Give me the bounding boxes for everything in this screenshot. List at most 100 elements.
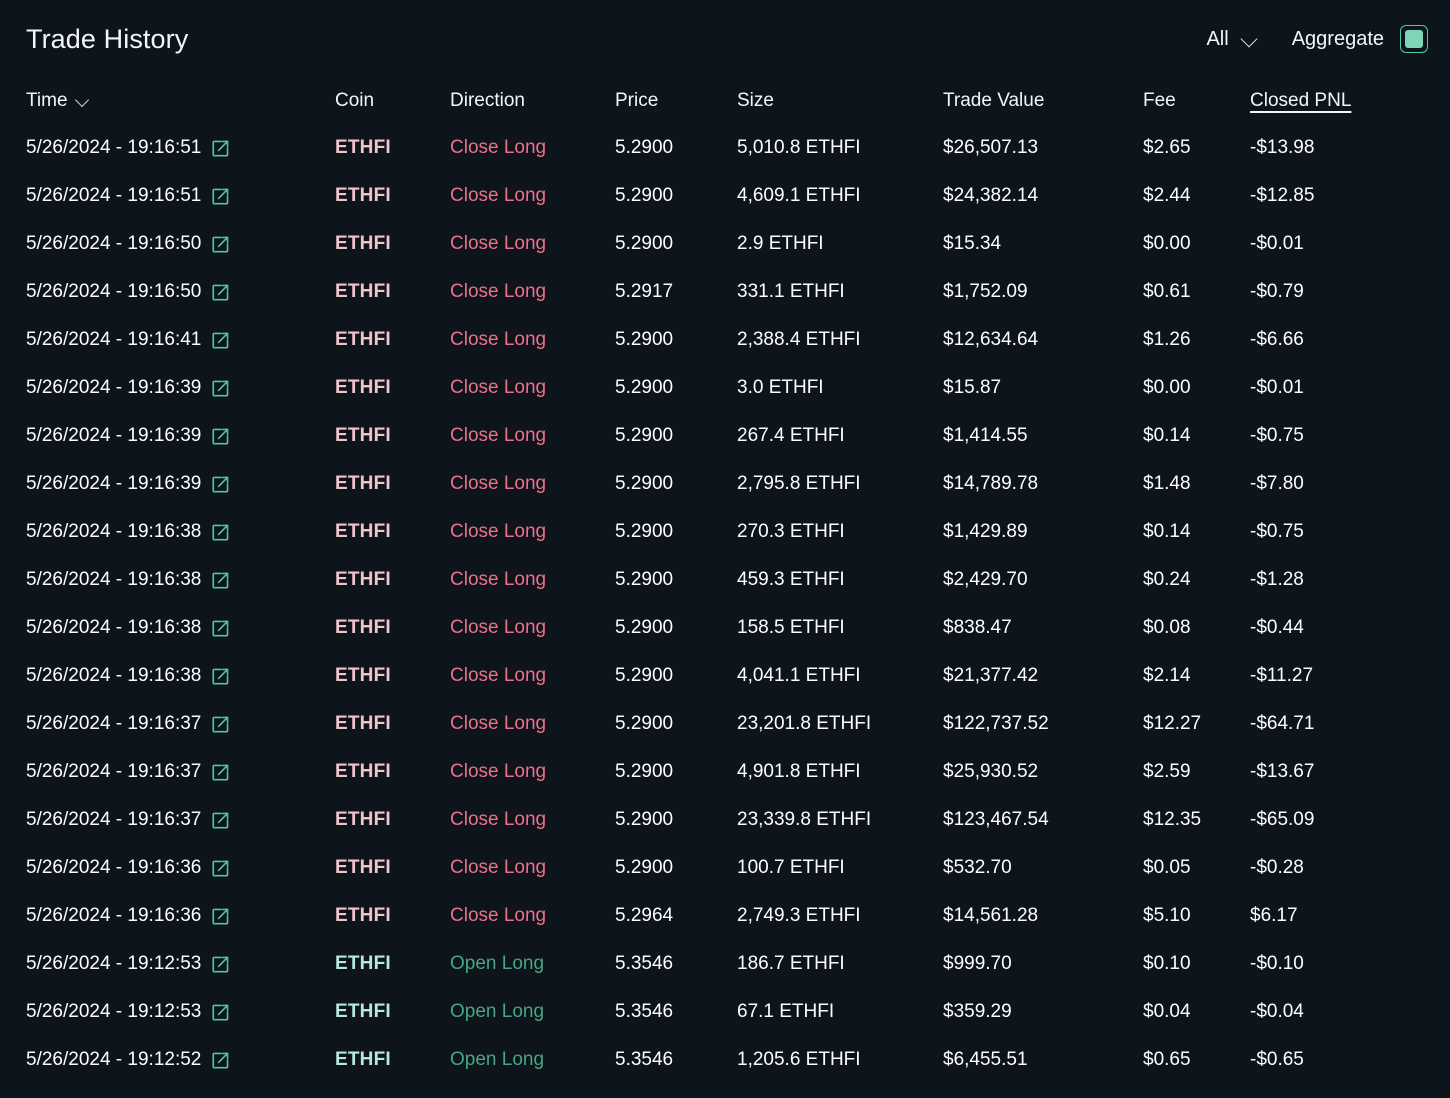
- cell-trade-value: $21,377.42: [943, 665, 1143, 687]
- aggregate-label: Aggregate: [1292, 29, 1384, 49]
- cell-trade-value: $532.70: [943, 857, 1143, 879]
- column-header-time[interactable]: Time: [26, 90, 335, 112]
- table-row[interactable]: 5/26/2024 - 19:16:38ETHFIClose Long5.290…: [0, 508, 1450, 556]
- external-link-icon[interactable]: [211, 571, 230, 590]
- table-row[interactable]: 5/26/2024 - 19:16:36ETHFIClose Long5.296…: [0, 892, 1450, 940]
- table-row[interactable]: 5/26/2024 - 19:16:38ETHFIClose Long5.290…: [0, 604, 1450, 652]
- cell-closed-pnl: -$0.65: [1250, 1049, 1440, 1071]
- external-link-icon[interactable]: [211, 283, 230, 302]
- cell-price: 5.2964: [615, 905, 737, 927]
- table-row[interactable]: 5/26/2024 - 19:16:37ETHFIClose Long5.290…: [0, 796, 1450, 844]
- column-header-closed-pnl[interactable]: Closed PNL: [1250, 90, 1440, 112]
- table-row[interactable]: 5/26/2024 - 19:16:39ETHFIClose Long5.290…: [0, 412, 1450, 460]
- column-header-coin[interactable]: Coin: [335, 90, 450, 112]
- external-link-icon[interactable]: [211, 379, 230, 398]
- external-link-icon[interactable]: [211, 235, 230, 254]
- cell-coin: ETHFI: [335, 905, 450, 927]
- cell-coin: ETHFI: [335, 713, 450, 735]
- cell-coin: ETHFI: [335, 137, 450, 159]
- table-row[interactable]: 5/26/2024 - 19:16:37ETHFIClose Long5.290…: [0, 700, 1450, 748]
- cell-fee: $5.10: [1143, 905, 1250, 927]
- external-link-icon[interactable]: [211, 475, 230, 494]
- cell-fee: $0.24: [1143, 569, 1250, 591]
- cell-closed-pnl: -$0.79: [1250, 281, 1440, 303]
- external-link-icon[interactable]: [211, 139, 230, 158]
- cell-time: 5/26/2024 - 19:16:41: [26, 329, 335, 351]
- cell-fee: $0.05: [1143, 857, 1250, 879]
- table-row[interactable]: 5/26/2024 - 19:12:53ETHFIOpen Long5.3546…: [0, 940, 1450, 988]
- trade-timestamp: 5/26/2024 - 19:16:50: [26, 233, 201, 255]
- cell-closed-pnl: -$0.75: [1250, 425, 1440, 447]
- cell-time: 5/26/2024 - 19:16:37: [26, 713, 335, 735]
- table-row[interactable]: 5/26/2024 - 19:16:51ETHFIClose Long5.290…: [0, 124, 1450, 172]
- cell-fee: $2.65: [1143, 137, 1250, 159]
- coin-filter-dropdown[interactable]: All: [1196, 25, 1271, 53]
- cell-closed-pnl: -$7.80: [1250, 473, 1440, 495]
- external-link-icon[interactable]: [211, 667, 230, 686]
- table-row[interactable]: 5/26/2024 - 19:12:53ETHFIOpen Long5.3546…: [0, 988, 1450, 1036]
- table-row[interactable]: 5/26/2024 - 19:16:37ETHFIClose Long5.290…: [0, 748, 1450, 796]
- table-row[interactable]: 5/26/2024 - 19:16:39ETHFIClose Long5.290…: [0, 364, 1450, 412]
- table-row[interactable]: 5/26/2024 - 19:12:52ETHFIOpen Long5.3546…: [0, 1036, 1450, 1084]
- cell-size: 459.3 ETHFI: [737, 569, 943, 591]
- cell-size: 158.5 ETHFI: [737, 617, 943, 639]
- external-link-icon[interactable]: [211, 1003, 230, 1022]
- external-link-icon[interactable]: [211, 187, 230, 206]
- cell-price: 5.2900: [615, 329, 737, 351]
- cell-fee: $12.35: [1143, 809, 1250, 831]
- column-header-direction[interactable]: Direction: [450, 90, 615, 112]
- external-link-icon[interactable]: [211, 427, 230, 446]
- external-link-icon[interactable]: [211, 907, 230, 926]
- table-row[interactable]: 5/26/2024 - 19:16:36ETHFIClose Long5.290…: [0, 844, 1450, 892]
- external-link-icon[interactable]: [211, 523, 230, 542]
- column-header-size[interactable]: Size: [737, 90, 943, 112]
- trade-timestamp: 5/26/2024 - 19:16:51: [26, 137, 201, 159]
- cell-coin: ETHFI: [335, 569, 450, 591]
- table-row[interactable]: 5/26/2024 - 19:16:38ETHFIClose Long5.290…: [0, 652, 1450, 700]
- external-link-icon[interactable]: [211, 619, 230, 638]
- cell-closed-pnl: -$0.44: [1250, 617, 1440, 639]
- table-row[interactable]: 5/26/2024 - 19:16:39ETHFIClose Long5.290…: [0, 460, 1450, 508]
- column-header-price[interactable]: Price: [615, 90, 737, 112]
- trade-timestamp: 5/26/2024 - 19:16:37: [26, 809, 201, 831]
- cell-price: 5.3546: [615, 953, 737, 975]
- cell-fee: $12.27: [1143, 713, 1250, 735]
- external-link-icon[interactable]: [211, 763, 230, 782]
- aggregate-toggle[interactable]: Aggregate: [1292, 25, 1428, 53]
- column-header-fee[interactable]: Fee: [1143, 90, 1250, 112]
- external-link-icon[interactable]: [211, 955, 230, 974]
- cell-time: 5/26/2024 - 19:16:39: [26, 377, 335, 399]
- cell-closed-pnl: -$0.01: [1250, 377, 1440, 399]
- cell-fee: $2.44: [1143, 185, 1250, 207]
- page-title: Trade History: [26, 26, 188, 53]
- table-row[interactable]: 5/26/2024 - 19:16:50ETHFIClose Long5.291…: [0, 268, 1450, 316]
- cell-closed-pnl: -$0.75: [1250, 521, 1440, 543]
- cell-trade-value: $25,930.52: [943, 761, 1143, 783]
- trade-timestamp: 5/26/2024 - 19:16:50: [26, 281, 201, 303]
- external-link-icon[interactable]: [211, 859, 230, 878]
- cell-time: 5/26/2024 - 19:16:37: [26, 761, 335, 783]
- external-link-icon[interactable]: [211, 331, 230, 350]
- external-link-icon[interactable]: [211, 715, 230, 734]
- chevron-down-icon: [77, 94, 91, 108]
- table-row[interactable]: 5/26/2024 - 19:16:51ETHFIClose Long5.290…: [0, 172, 1450, 220]
- cell-coin: ETHFI: [335, 329, 450, 351]
- external-link-icon[interactable]: [211, 1051, 230, 1070]
- cell-coin: ETHFI: [335, 617, 450, 639]
- table-row[interactable]: 5/26/2024 - 19:16:50ETHFIClose Long5.290…: [0, 220, 1450, 268]
- column-header-trade-value[interactable]: Trade Value: [943, 90, 1143, 112]
- cell-fee: $2.14: [1143, 665, 1250, 687]
- cell-time: 5/26/2024 - 19:16:39: [26, 425, 335, 447]
- table-header-row: Time Coin Direction Price Size Trade Val…: [0, 78, 1450, 124]
- cell-time: 5/26/2024 - 19:16:51: [26, 137, 335, 159]
- table-row[interactable]: 5/26/2024 - 19:16:41ETHFIClose Long5.290…: [0, 316, 1450, 364]
- aggregate-checkbox[interactable]: [1400, 25, 1428, 53]
- cell-price: 5.2900: [615, 809, 737, 831]
- cell-trade-value: $122,737.52: [943, 713, 1143, 735]
- cell-direction: Close Long: [450, 857, 615, 879]
- cell-price: 5.3546: [615, 1001, 737, 1023]
- cell-time: 5/26/2024 - 19:12:53: [26, 1001, 335, 1023]
- table-row[interactable]: 5/26/2024 - 19:16:38ETHFIClose Long5.290…: [0, 556, 1450, 604]
- external-link-icon[interactable]: [211, 811, 230, 830]
- trade-history-panel: Trade History All Aggregate Time Coin Di: [0, 0, 1450, 1098]
